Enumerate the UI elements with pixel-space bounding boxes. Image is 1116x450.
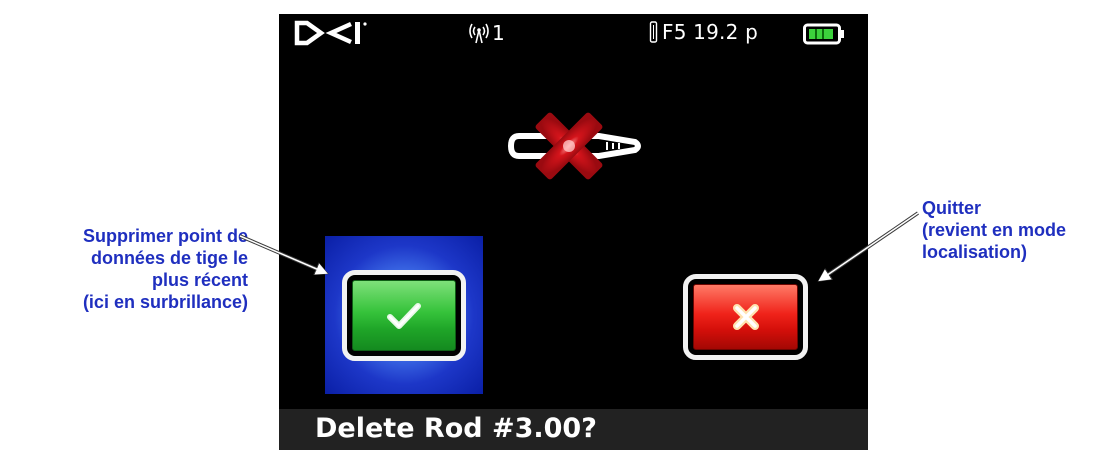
status-bar: 1 F5 19.2 p [279, 14, 868, 54]
x-icon [732, 304, 759, 330]
antenna-signal-icon [469, 23, 489, 44]
probe-pitch-icon [649, 21, 658, 43]
transmitter-delete-icon [507, 112, 641, 180]
dci-logo [294, 20, 367, 46]
pitch-readout: F5 19.2 p [649, 20, 758, 44]
callout-line: Supprimer point de [82, 226, 248, 246]
delete-rod-prompt: Delete Rod #3.00? [315, 413, 597, 444]
device-screen: 1 F5 19.2 p Delete Rod #3.00? [279, 14, 868, 450]
checkmark-icon [387, 302, 421, 329]
channel-number: 1 [492, 21, 505, 45]
callout-line: localisation) [922, 242, 1028, 262]
cancel-button-face [693, 284, 798, 350]
cancel-exit-button[interactable] [683, 274, 808, 360]
callout-delete-rod: Supprimer point de données de tige le pl… [0, 225, 248, 313]
callout-line: données de tige le [90, 248, 248, 268]
confirm-delete-button[interactable] [342, 270, 466, 361]
readout-value: F5 19.2 p [662, 20, 758, 44]
battery-icon [803, 23, 844, 45]
callout-line: (revient en mode [922, 220, 1067, 240]
confirm-button-face [352, 280, 456, 351]
signal-indicator: 1 [469, 21, 505, 45]
callout-exit: Quitter (revient en mode localisation) [922, 197, 1116, 263]
callout-line: (ici en surbrillance) [82, 292, 248, 312]
prompt-bar: Delete Rod #3.00? [279, 409, 868, 450]
callout-line: plus récent [151, 270, 248, 290]
callout-line: Quitter [922, 198, 982, 218]
